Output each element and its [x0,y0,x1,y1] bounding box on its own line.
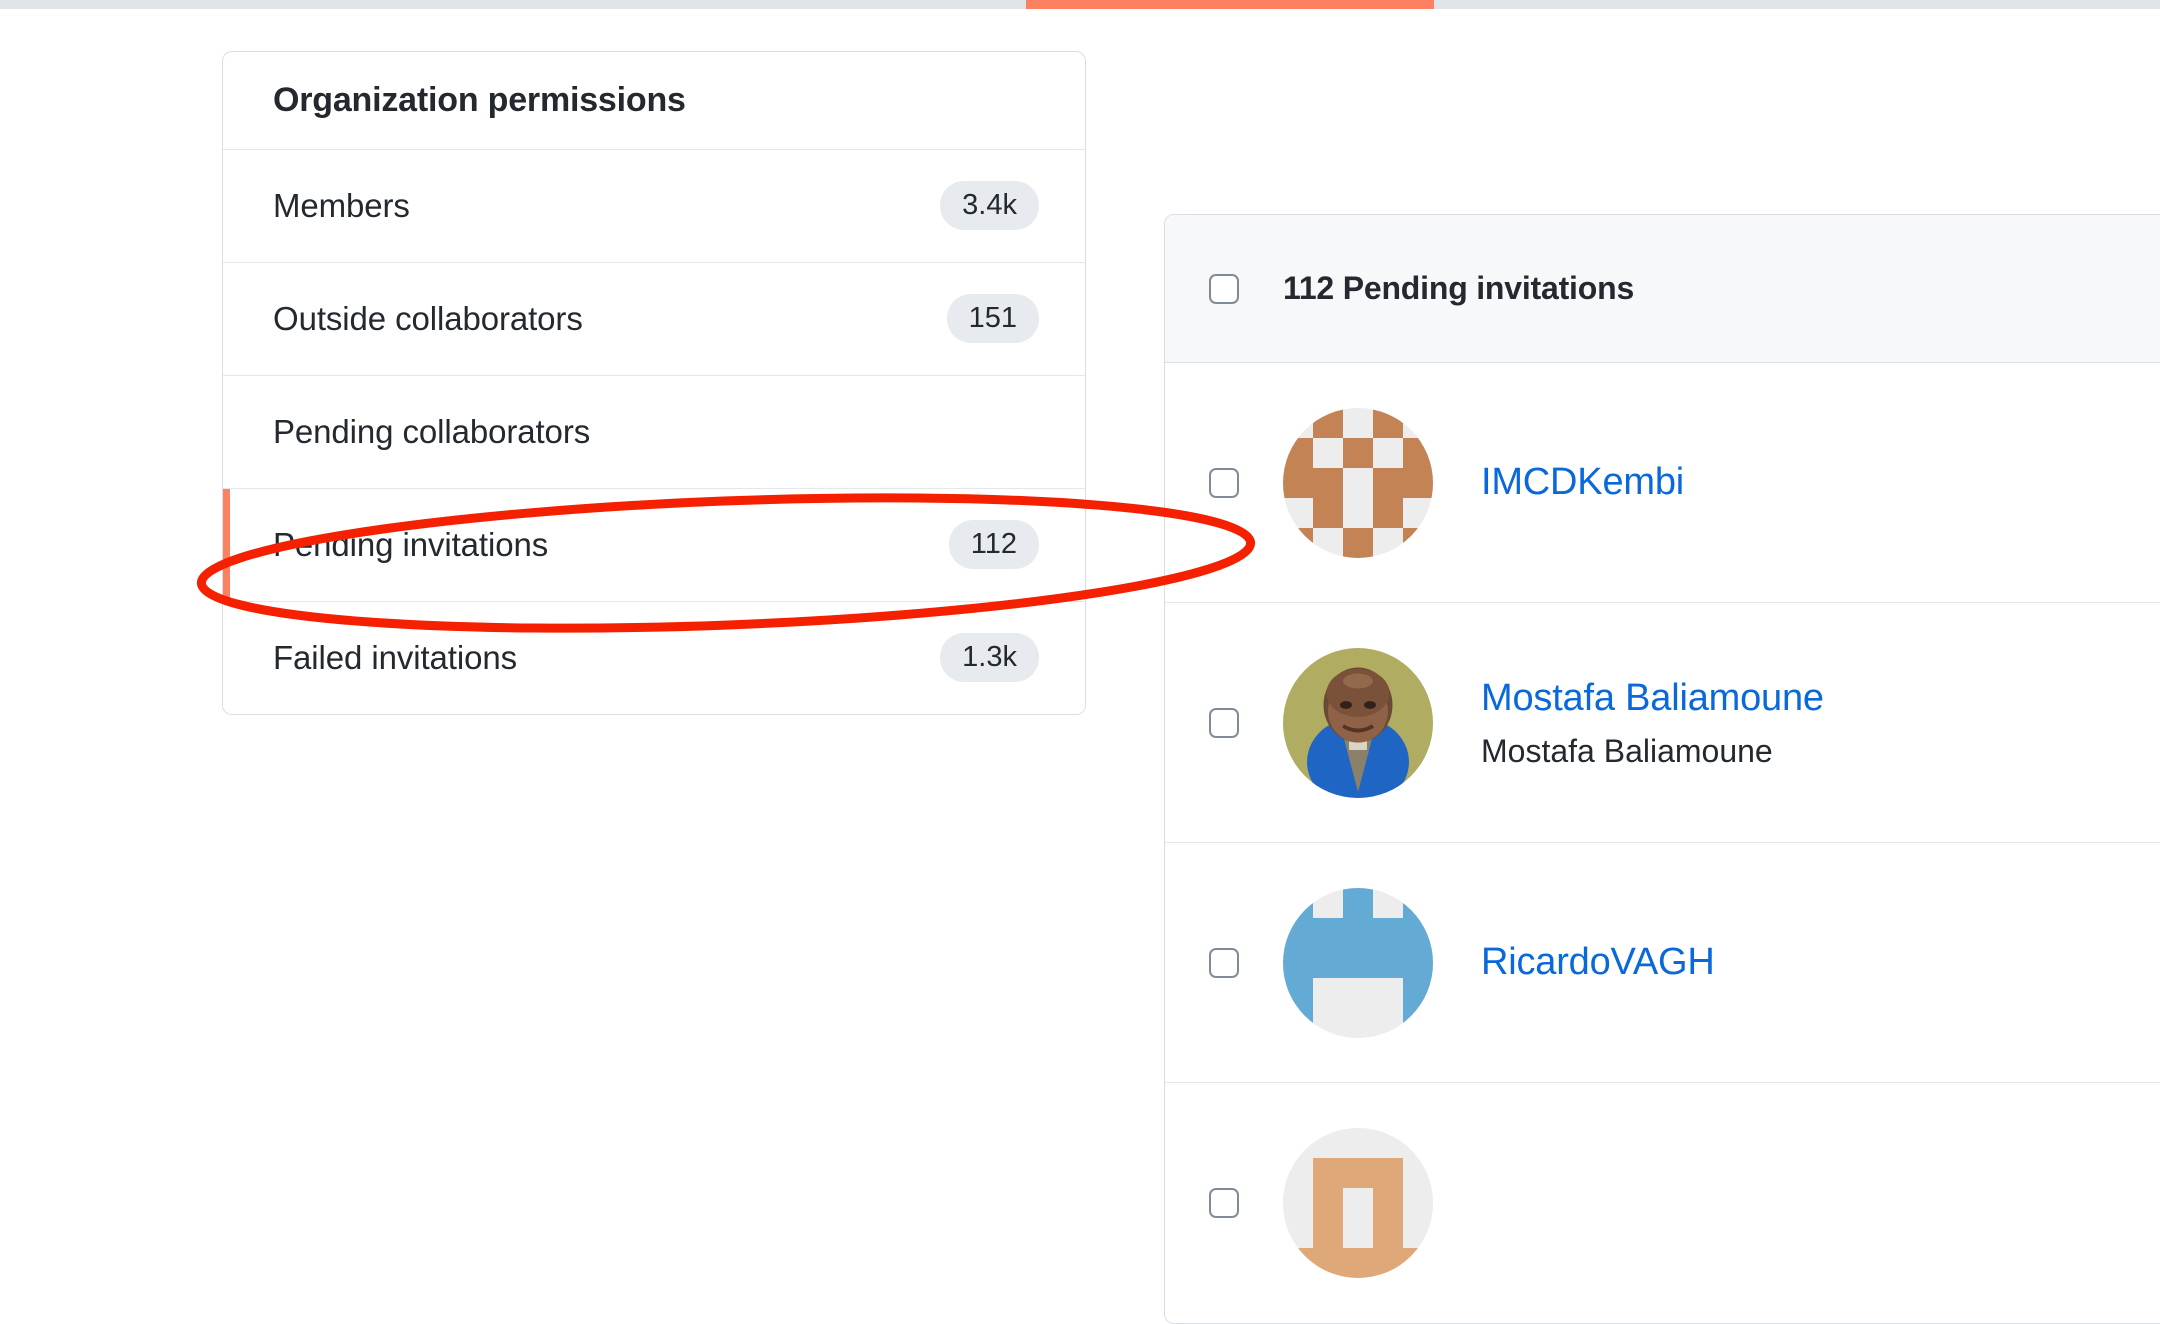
invitation-login-link[interactable]: RicardoVAGH [1481,939,1715,987]
organization-permissions-card: Organization permissions Members 3.4k Ou… [222,51,1086,715]
sidebar-item-count: 151 [946,294,1039,344]
invitation-row-text: Mostafa Baliamoune Mostafa Baliamoune [1481,675,1824,771]
sidebar-item-outside-collaborators[interactable]: Outside collaborators 151 [223,261,1085,375]
avatar [1283,1128,1433,1278]
invitation-row-text: IMCDKembi [1481,459,1684,507]
sidebar-item-label: Outside collaborators [273,299,583,337]
invitation-row[interactable]: Mostafa Baliamoune Mostafa Baliamoune [1165,603,2160,843]
sidebar-item-members[interactable]: Members 3.4k [223,148,1085,262]
sidebar-item-count: 1.3k [940,633,1039,683]
invitation-login-link[interactable]: IMCDKembi [1481,459,1684,507]
invitation-row[interactable] [1165,1083,2160,1323]
invitation-login-link[interactable]: Mostafa Baliamoune [1481,675,1824,723]
invitation-row-checkbox[interactable] [1209,947,1239,978]
pending-invitations-card: 112 Pending invitations IMCDKembi Mostaf… [1164,214,2160,1324]
avatar [1283,407,1433,558]
top-tab-strip [0,0,2160,9]
sidebar-item-label: Failed invitations [273,638,517,676]
invitation-full-name: Mostafa Baliamoune [1481,733,1773,770]
invitation-row-checkbox[interactable] [1209,707,1239,738]
avatar [1283,887,1433,1038]
avatar [1283,647,1433,798]
invitation-row[interactable]: RicardoVAGH [1165,843,2160,1083]
sidebar-item-pending-collaborators[interactable]: Pending collaborators [223,374,1085,488]
organization-permissions-title: Organization permissions [273,81,686,119]
sidebar-item-label: Pending invitations [273,525,549,563]
sidebar-item-count: 112 [948,520,1039,570]
select-all-checkbox[interactable] [1209,273,1239,304]
sidebar-item-failed-invitations[interactable]: Failed invitations 1.3k [223,600,1085,714]
invitation-row-text: RicardoVAGH [1481,939,1715,987]
invitations-list-header: 112 Pending invitations [1165,215,2160,363]
sidebar-item-label: Members [273,186,410,224]
active-tab-indicator [1026,0,1434,9]
sidebar-item-count: 3.4k [940,181,1039,231]
invitation-row-checkbox[interactable] [1209,467,1239,498]
sidebar-item-label: Pending collaborators [273,412,591,450]
invitation-row[interactable]: IMCDKembi [1165,363,2160,603]
invitations-list-header-title: 112 Pending invitations [1283,270,1635,306]
invitation-row-checkbox[interactable] [1209,1188,1239,1218]
sidebar-item-pending-invitations[interactable]: Pending invitations 112 [223,487,1085,601]
